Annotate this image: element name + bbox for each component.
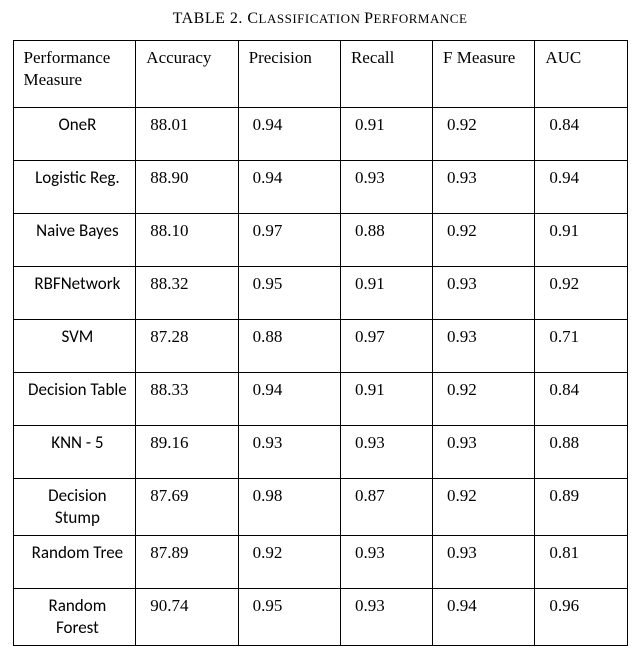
- row-value: 0.91: [340, 108, 432, 161]
- row-value: 0.95: [238, 267, 340, 320]
- row-label: Logistic Reg.: [13, 161, 136, 214]
- table-row: SVM87.280.880.970.930.71: [13, 320, 627, 373]
- table-row: Random Tree87.890.920.930.930.81: [13, 536, 627, 589]
- row-value: 90.74: [136, 589, 238, 646]
- row-value: 88.33: [136, 373, 238, 426]
- table-row: Random Forest90.740.950.930.940.96: [13, 589, 627, 646]
- row-label: KNN - 5: [13, 426, 136, 479]
- row-label: OneR: [13, 108, 136, 161]
- row-value: 0.93: [433, 320, 535, 373]
- row-value: 88.10: [136, 214, 238, 267]
- header-accuracy: Accuracy: [136, 41, 238, 108]
- row-value: 0.93: [340, 536, 432, 589]
- row-value: 0.88: [340, 214, 432, 267]
- caption-prefix2: P: [364, 10, 373, 27]
- row-label: Random Forest: [13, 589, 136, 646]
- row-value: 87.69: [136, 479, 238, 536]
- row-label: Decision Table: [13, 373, 136, 426]
- row-value: 0.92: [433, 479, 535, 536]
- row-value: 0.92: [238, 536, 340, 589]
- performance-table: Performance Measure Accuracy Precision R…: [13, 40, 628, 646]
- header-auc: AUC: [535, 41, 627, 108]
- row-value: 0.84: [535, 108, 627, 161]
- row-label: Naive Bayes: [13, 214, 136, 267]
- row-value: 0.98: [238, 479, 340, 536]
- header-performance-measure: Performance Measure: [13, 41, 136, 108]
- table-caption: TABLE 2. CLASSIFICATION PERFORMANCE: [173, 10, 468, 28]
- row-label: Decision Stump: [13, 479, 136, 536]
- row-value: 0.93: [433, 426, 535, 479]
- row-value: 0.89: [535, 479, 627, 536]
- row-value: 0.93: [340, 589, 432, 646]
- row-label: SVM: [13, 320, 136, 373]
- table-row: Decision Table88.330.940.910.920.84: [13, 373, 627, 426]
- row-value: 0.88: [535, 426, 627, 479]
- table-row: RBFNetwork88.320.950.910.930.92: [13, 267, 627, 320]
- row-value: 87.89: [136, 536, 238, 589]
- table-row: Logistic Reg.88.900.940.930.930.94: [13, 161, 627, 214]
- table-body: OneR88.010.940.910.920.84Logistic Reg.88…: [13, 108, 627, 646]
- row-value: 0.96: [535, 589, 627, 646]
- row-value: 0.93: [433, 161, 535, 214]
- row-value: 0.93: [433, 536, 535, 589]
- table-row: KNN - 589.160.930.930.930.88: [13, 426, 627, 479]
- row-value: 0.93: [238, 426, 340, 479]
- row-value: 0.71: [535, 320, 627, 373]
- row-value: 0.91: [535, 214, 627, 267]
- table-row: Naive Bayes88.100.970.880.920.91: [13, 214, 627, 267]
- row-value: 0.92: [535, 267, 627, 320]
- row-value: 0.94: [238, 161, 340, 214]
- row-value: 0.92: [433, 373, 535, 426]
- row-value: 0.94: [433, 589, 535, 646]
- row-value: 0.94: [535, 161, 627, 214]
- row-value: 0.94: [238, 108, 340, 161]
- row-label: Random Tree: [13, 536, 136, 589]
- row-value: 0.95: [238, 589, 340, 646]
- table-row: Decision Stump87.690.980.870.920.89: [13, 479, 627, 536]
- header-precision: Precision: [238, 41, 340, 108]
- row-value: 0.97: [238, 214, 340, 267]
- row-value: 0.97: [340, 320, 432, 373]
- row-value: 0.91: [340, 267, 432, 320]
- row-value: 0.88: [238, 320, 340, 373]
- row-value: 0.84: [535, 373, 627, 426]
- header-recall: Recall: [340, 41, 432, 108]
- row-value: 89.16: [136, 426, 238, 479]
- row-value: 87.28: [136, 320, 238, 373]
- header-f-measure: F Measure: [433, 41, 535, 108]
- row-value: 0.93: [340, 426, 432, 479]
- row-value: 0.92: [433, 214, 535, 267]
- row-value: 0.93: [340, 161, 432, 214]
- table-row: OneR88.010.940.910.920.84: [13, 108, 627, 161]
- row-value: 0.91: [340, 373, 432, 426]
- row-value: 88.01: [136, 108, 238, 161]
- row-value: 88.90: [136, 161, 238, 214]
- row-value: 0.87: [340, 479, 432, 536]
- row-value: 0.93: [433, 267, 535, 320]
- caption-prefix: TABLE 2. C: [173, 10, 259, 27]
- table-header-row: Performance Measure Accuracy Precision R…: [13, 41, 627, 108]
- caption-rest: LASSIFICATION: [259, 11, 365, 26]
- row-value: 0.94: [238, 373, 340, 426]
- row-value: 0.92: [433, 108, 535, 161]
- row-label: RBFNetwork: [13, 267, 136, 320]
- row-value: 88.32: [136, 267, 238, 320]
- row-value: 0.81: [535, 536, 627, 589]
- caption-rest2: ERFORMANCE: [374, 11, 468, 26]
